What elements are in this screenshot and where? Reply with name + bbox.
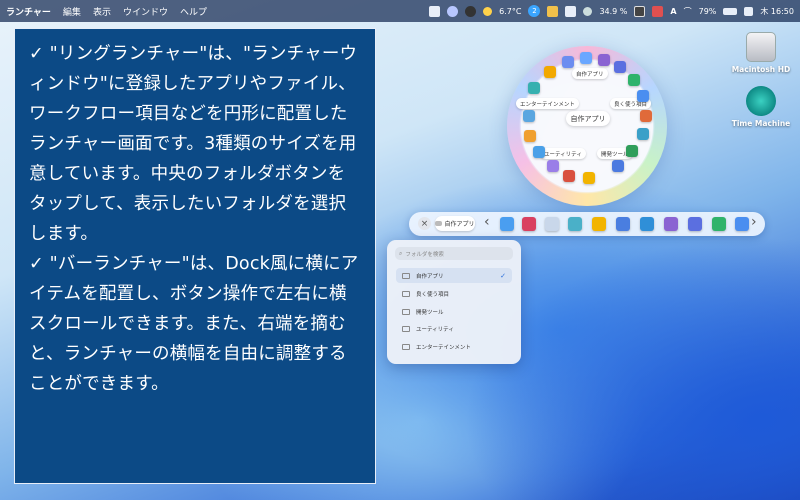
- bar-app-icon[interactable]: [545, 217, 559, 231]
- weather-moon-icon[interactable]: [483, 6, 493, 16]
- folder-option[interactable]: 良く使う項目: [396, 286, 512, 301]
- desktop-icon-macintosh-hd[interactable]: Macintosh HD: [731, 32, 791, 74]
- bar-app-icon[interactable]: [522, 217, 536, 231]
- desktop-icon-label: Time Machine: [731, 119, 791, 128]
- bar-app-icon[interactable]: [592, 217, 606, 231]
- menu-view[interactable]: 表示: [93, 5, 111, 18]
- menu-help[interactable]: ヘルプ: [180, 5, 207, 18]
- ring-app-icon[interactable]: [533, 146, 545, 158]
- folder-icon: [402, 290, 410, 297]
- calendar-icon[interactable]: [565, 5, 577, 17]
- folder-search-input[interactable]: ⌕ フォルダを検索: [395, 247, 513, 260]
- ring-app-icon[interactable]: [563, 170, 575, 182]
- folder-icon: [435, 221, 443, 226]
- ring-folder-label-bottom-left[interactable]: ユーティリティ: [540, 148, 586, 159]
- folder-option[interactable]: ユーティリティ: [396, 321, 512, 336]
- folder-option-label: ユーティリティ: [416, 326, 454, 333]
- menu-edit[interactable]: 編集: [63, 5, 81, 18]
- status-memory[interactable]: 34.9 %: [599, 7, 627, 16]
- ring-app-icon[interactable]: [640, 110, 652, 122]
- bar-app-icon[interactable]: [640, 217, 654, 231]
- desktop-icon-time-machine[interactable]: Time Machine: [731, 86, 791, 128]
- bar-app-icon[interactable]: [568, 217, 582, 231]
- description-panel: ✓ "リングランチャー"は、"ランチャーウィンドウ"に登録したアプリやファイル、…: [14, 28, 376, 484]
- wifi-icon[interactable]: ⌒: [684, 6, 692, 17]
- menu-bar-status: 6.7°C 2 34.9 % A ⌒ 79% 木 16:50: [429, 5, 794, 17]
- ring-app-icon[interactable]: [523, 110, 535, 122]
- ring-app-icon[interactable]: [528, 82, 540, 94]
- bar-scroll-left-button[interactable]: ‹: [484, 214, 490, 230]
- ring-app-icon[interactable]: [628, 74, 640, 86]
- bar-folder-button[interactable]: 自作アプリ: [435, 216, 475, 231]
- status-tool-icon[interactable]: [652, 5, 664, 17]
- bar-app-icon[interactable]: [500, 217, 514, 231]
- folder-option[interactable]: 開発ツール: [396, 304, 512, 319]
- folder-option-label: 開発ツール: [416, 309, 444, 316]
- hard-drive-icon: [746, 32, 776, 62]
- ring-app-icon[interactable]: [583, 172, 595, 184]
- ring-app-icon[interactable]: [580, 52, 592, 64]
- menu-bar: ランチャー 編集 表示 ウインドウ ヘルプ 6.7°C 2 34.9 % A ⌒…: [0, 0, 800, 22]
- ring-center-folder-button[interactable]: 自作アプリ: [566, 111, 610, 126]
- folder-option[interactable]: 自作アプリ ✓: [396, 268, 512, 283]
- bar-app-icon[interactable]: [616, 217, 630, 231]
- ring-app-icon[interactable]: [544, 66, 556, 78]
- status-circle-icon[interactable]: [465, 5, 477, 17]
- ring-app-icon[interactable]: [637, 90, 649, 102]
- bar-app-icon[interactable]: [712, 217, 726, 231]
- bar-launcher-description: ✓ "バーランチャー"は、Dock風に横にアイテムを配置し、ボタン操作で左右に横…: [29, 254, 359, 394]
- checkmark-icon: ✓: [500, 271, 506, 280]
- status-weather[interactable]: 6.7°C: [499, 7, 521, 16]
- ring-app-icon[interactable]: [612, 160, 624, 172]
- control-center-icon[interactable]: [744, 6, 754, 16]
- desktop-icon-label: Macintosh HD: [731, 65, 791, 74]
- status-battery[interactable]: 79%: [699, 7, 717, 16]
- ring-app-icon[interactable]: [637, 128, 649, 140]
- folder-icon: [402, 325, 410, 332]
- ring-launcher-description: ✓ "リングランチャー"は、"ランチャーウィンドウ"に登録したアプリやファイル、…: [29, 44, 358, 244]
- menu-clock[interactable]: 木 16:50: [760, 6, 794, 17]
- folder-option-label: エンターテインメント: [416, 344, 471, 351]
- bar-app-icon[interactable]: [735, 217, 749, 231]
- memory-gauge-icon[interactable]: [583, 6, 593, 16]
- folder-search-placeholder: フォルダを検索: [405, 251, 444, 258]
- ring-app-icon[interactable]: [598, 54, 610, 66]
- bar-close-button[interactable]: ×: [418, 217, 431, 230]
- status-badge[interactable]: 2: [528, 5, 541, 17]
- ring-folder-label-left[interactable]: エンターテインメント: [516, 98, 579, 109]
- status-note-icon[interactable]: [547, 5, 559, 17]
- bar-folder-label: 自作アプリ: [444, 221, 475, 228]
- ring-app-icon[interactable]: [524, 130, 536, 142]
- status-disabled-icon[interactable]: [634, 5, 646, 17]
- ring-app-icon[interactable]: [547, 160, 559, 172]
- folder-icon: [402, 308, 410, 315]
- menu-bar-left: ランチャー 編集 表示 ウインドウ ヘルプ: [6, 5, 207, 18]
- folder-option[interactable]: エンターテインメント: [396, 339, 512, 354]
- ring-folder-label-top[interactable]: 自作アプリ: [572, 68, 608, 79]
- folder-option-label: 良く使う項目: [416, 291, 450, 298]
- ring-app-icon[interactable]: [614, 61, 626, 73]
- bar-app-icon[interactable]: [664, 217, 678, 231]
- status-app-icon[interactable]: [429, 5, 441, 17]
- folder-option-label: 自作アプリ: [416, 273, 444, 280]
- folder-icon: [402, 272, 410, 279]
- ring-app-icon[interactable]: [562, 56, 574, 68]
- search-icon: ⌕: [399, 249, 403, 257]
- input-source[interactable]: A: [670, 7, 676, 16]
- folder-icon: [402, 343, 410, 350]
- bar-scroll-right-button[interactable]: ›: [751, 214, 757, 230]
- time-machine-icon: [746, 86, 776, 116]
- rocket-icon[interactable]: [447, 5, 459, 17]
- menu-window[interactable]: ウインドウ: [123, 5, 168, 18]
- battery-icon[interactable]: [723, 7, 738, 15]
- bar-app-icon[interactable]: [688, 217, 702, 231]
- ring-app-icon[interactable]: [626, 145, 638, 157]
- menu-app-name[interactable]: ランチャー: [6, 5, 51, 18]
